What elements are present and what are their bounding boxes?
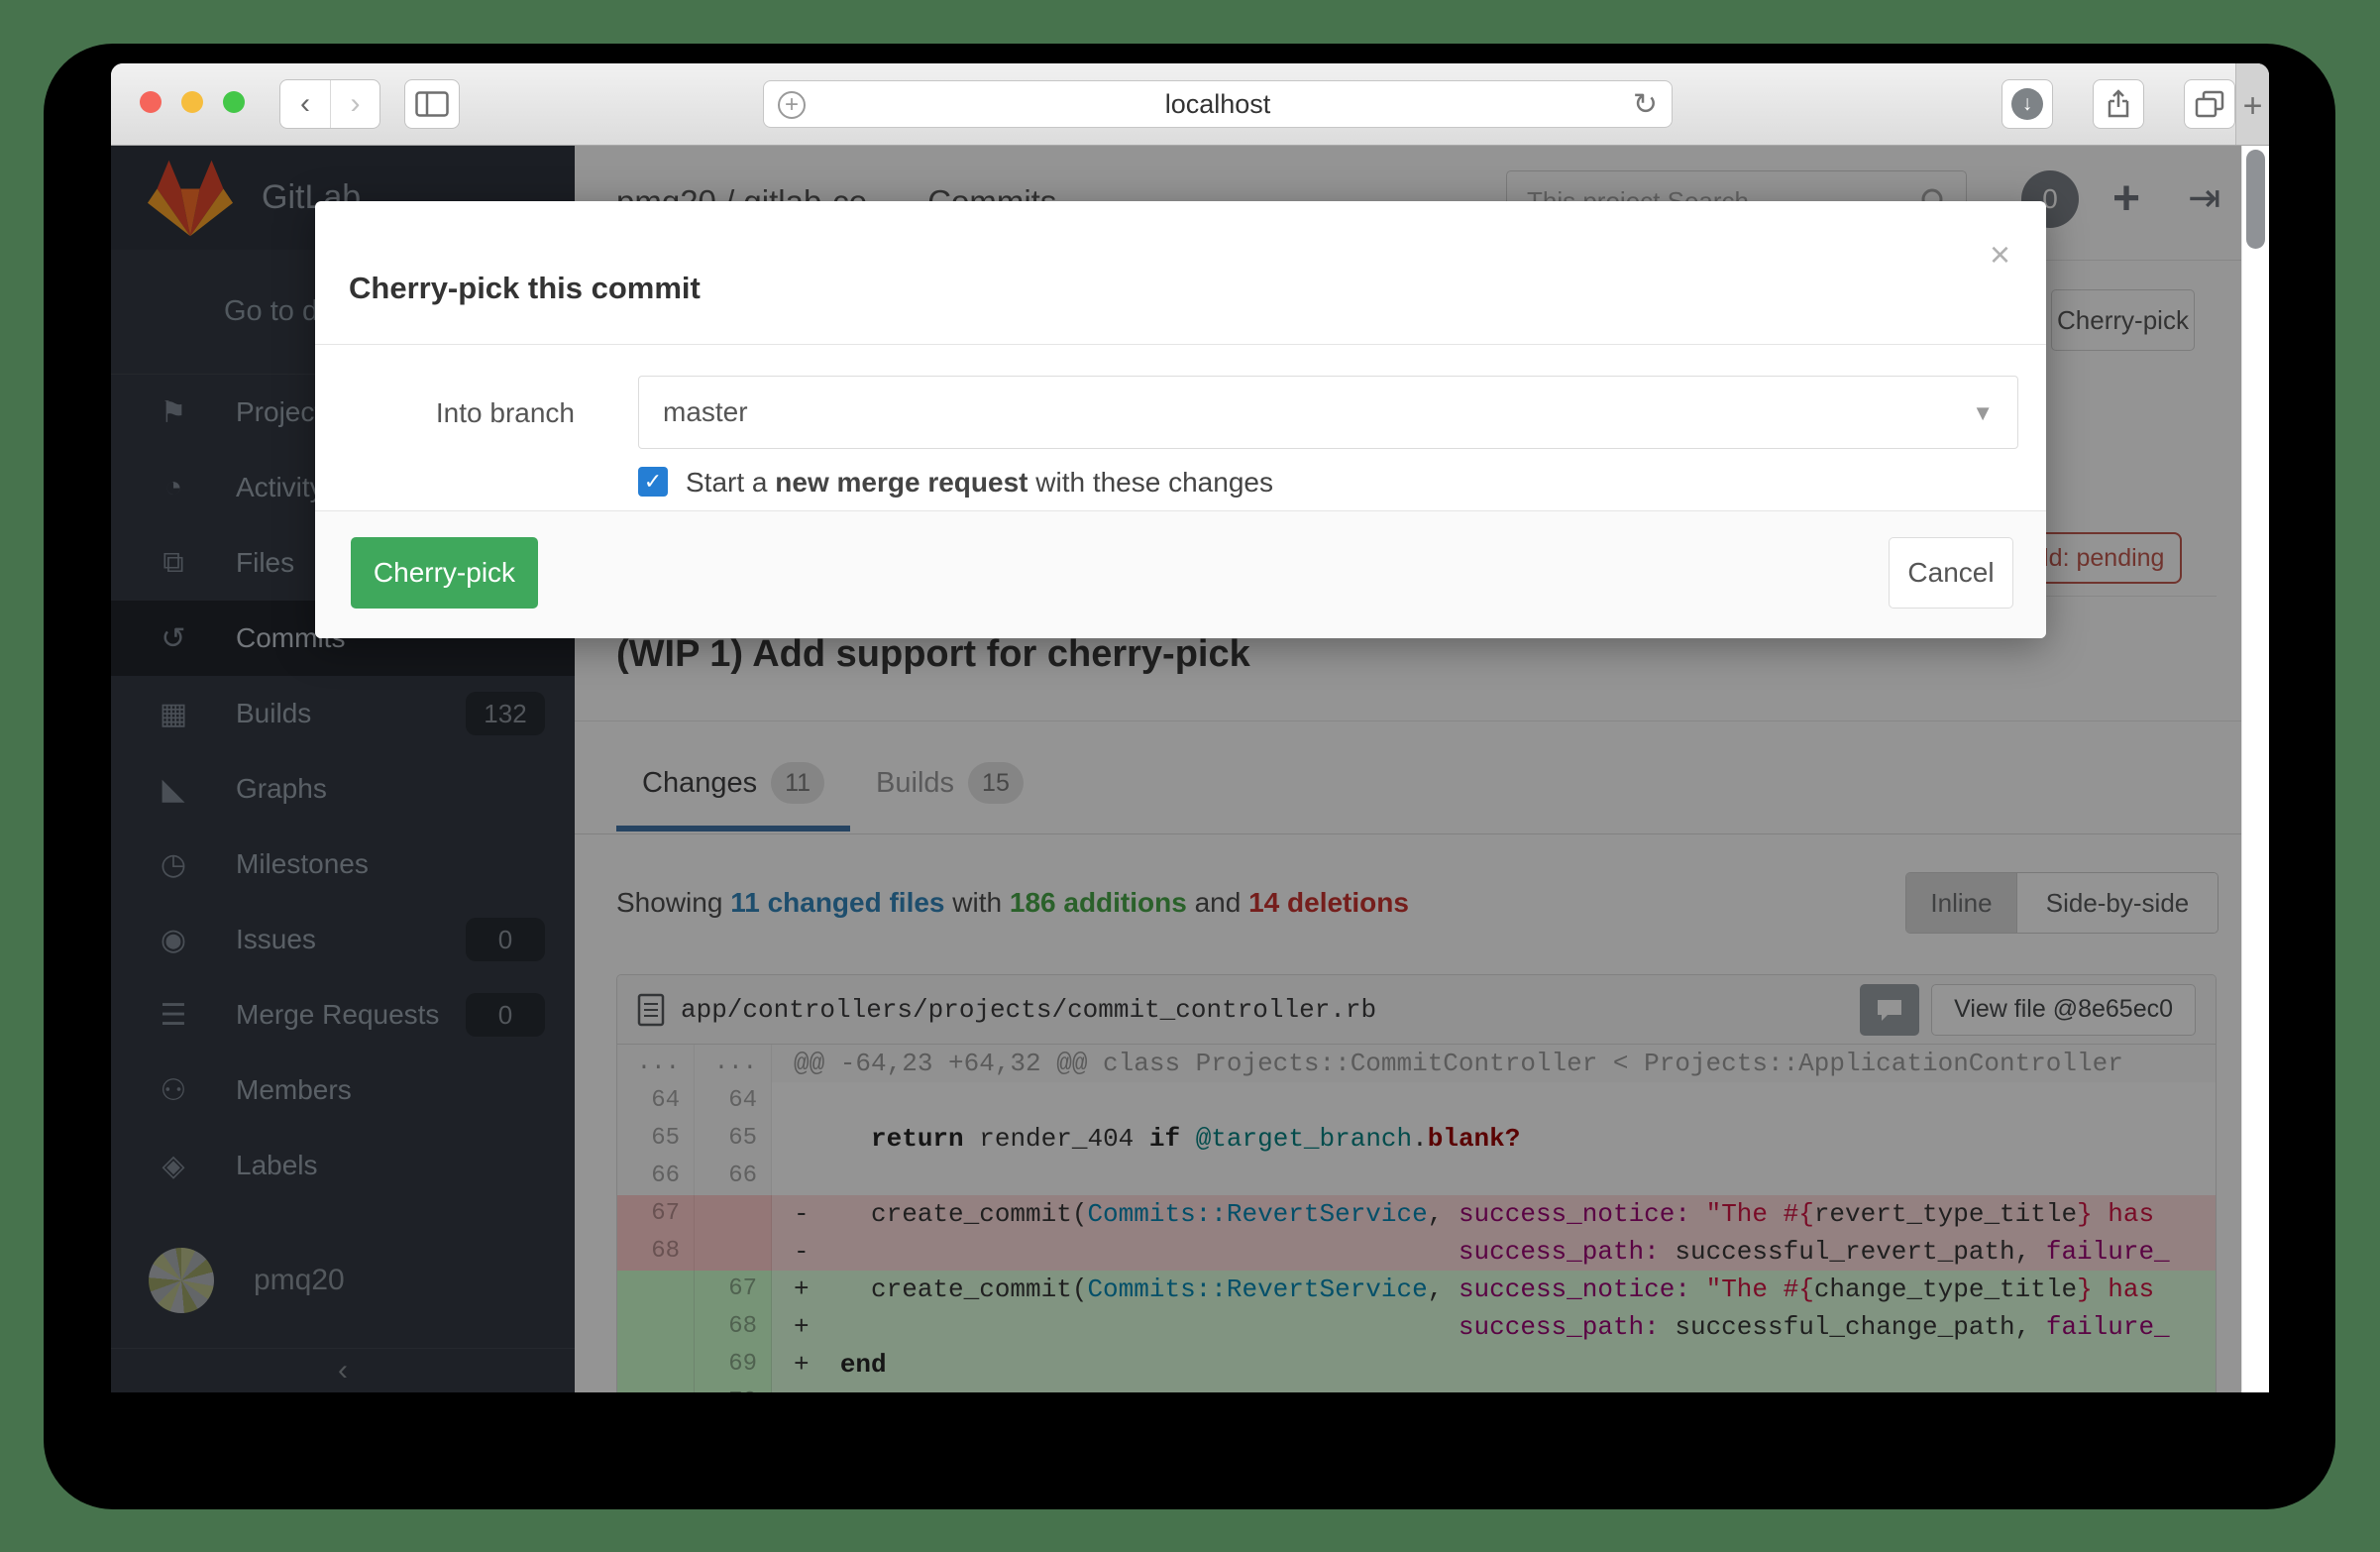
downloads-button[interactable]: ↓: [2001, 79, 2053, 129]
minimize-window-button[interactable]: [181, 91, 203, 113]
merge-request-checkbox-label[interactable]: Start a new merge request with these cha…: [686, 467, 1273, 499]
share-button[interactable]: [2093, 79, 2144, 129]
cherry-pick-confirm-button[interactable]: Cherry-pick: [351, 537, 538, 609]
select-caret-icon: ▼: [1972, 400, 1994, 426]
sidebar-toggle-button[interactable]: [404, 79, 460, 129]
check-icon: ✓: [644, 469, 662, 495]
sidebar-toggle-icon: [415, 91, 449, 117]
new-tab-button[interactable]: +: [2235, 63, 2269, 145]
branch-select[interactable]: master ▼: [638, 376, 2018, 449]
cancel-button[interactable]: Cancel: [1889, 537, 2013, 609]
zoom-window-button[interactable]: [223, 91, 245, 113]
modal-header: Cherry-pick this commit ×: [315, 201, 2046, 345]
into-branch-label: Into branch: [315, 397, 575, 429]
address-bar[interactable]: + localhost ↻: [763, 80, 1673, 128]
tabs-icon: [2195, 90, 2224, 118]
cherry-pick-modal: Cherry-pick this commit × Into branch ma…: [315, 201, 2046, 638]
share-icon: [2106, 89, 2131, 119]
url-text: localhost: [764, 81, 1672, 127]
browser-window: ‹ › + localhost ↻ ↓ +: [111, 63, 2269, 1392]
close-icon[interactable]: ×: [1990, 237, 2010, 273]
page-scrollbar[interactable]: [2241, 146, 2269, 1392]
close-window-button[interactable]: [140, 91, 162, 113]
branch-select-value: master: [663, 396, 748, 428]
forward-button[interactable]: ›: [330, 80, 379, 128]
reload-icon[interactable]: ↻: [1633, 87, 1658, 122]
back-button[interactable]: ‹: [280, 80, 330, 128]
scrollbar-thumb[interactable]: [2246, 150, 2265, 249]
modal-footer: Cherry-pick Cancel: [315, 510, 2046, 638]
history-nav-group: ‹ ›: [279, 79, 380, 129]
browser-toolbar: ‹ › + localhost ↻ ↓ +: [111, 63, 2269, 146]
tab-overview-button[interactable]: [2184, 79, 2235, 129]
page-viewport: GitLab Go to dashboard ⚑Project◔Activity…: [111, 146, 2269, 1392]
merge-request-checkbox[interactable]: ✓: [638, 467, 668, 497]
modal-title: Cherry-pick this commit: [349, 271, 701, 306]
download-icon: ↓: [2011, 88, 2043, 120]
